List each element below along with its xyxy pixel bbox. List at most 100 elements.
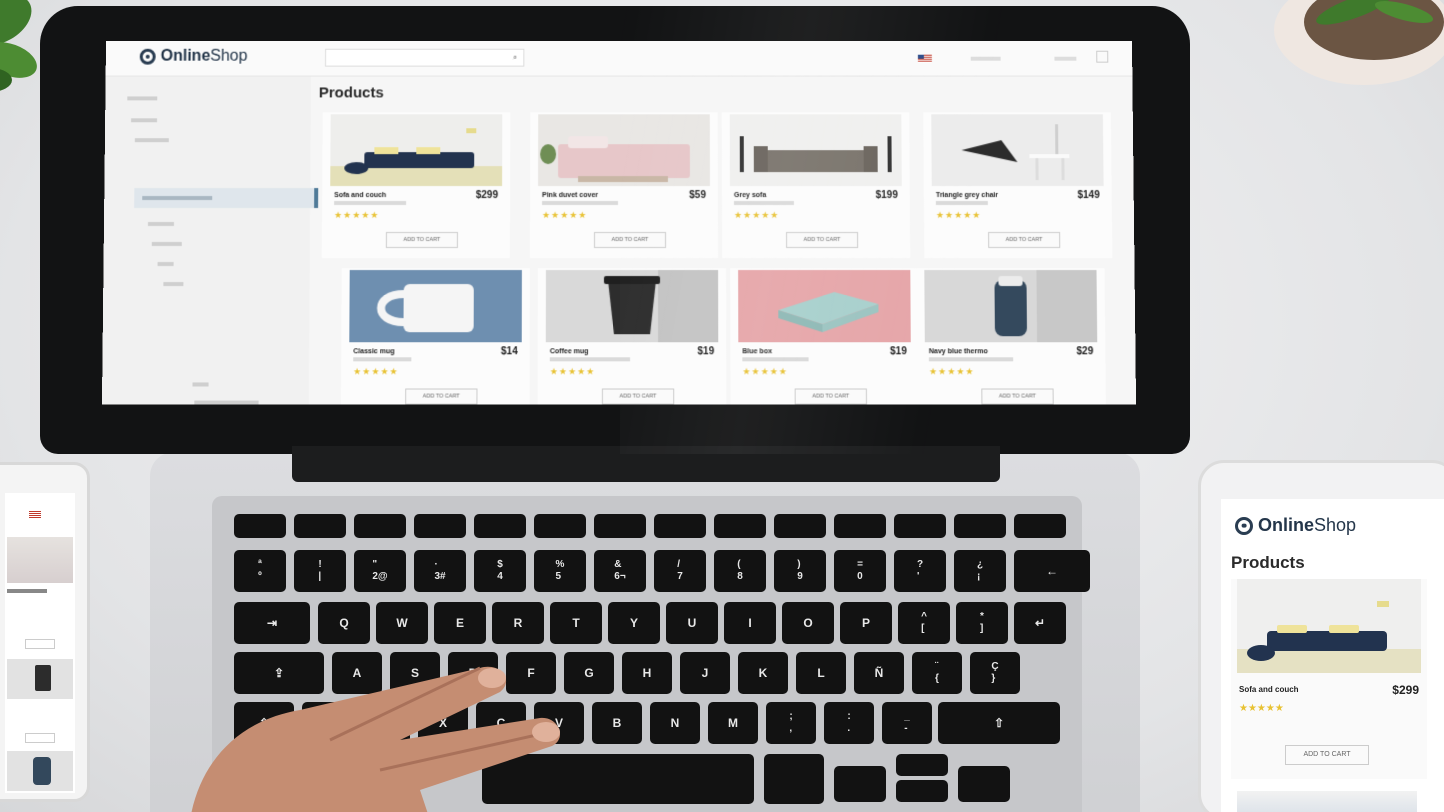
keyboard-key[interactable]: _ - <box>882 702 932 744</box>
keyboard-key[interactable] <box>834 514 886 538</box>
keyboard-key[interactable]: ! | <box>294 550 346 592</box>
keyboard-key[interactable]: ª º <box>234 550 286 592</box>
add-to-cart-button[interactable]: ADD TO CART <box>593 231 667 248</box>
keyboard-key[interactable]: ( 8 <box>714 550 766 592</box>
sidebar-item[interactable] <box>147 222 174 226</box>
shop-logo[interactable]: OnlineShop <box>139 48 248 66</box>
bed-icon[interactable] <box>538 114 710 187</box>
keyboard-key[interactable]: U <box>666 602 718 644</box>
keyboard-key[interactable] <box>534 514 586 538</box>
flag-icon[interactable] <box>29 511 41 518</box>
add-to-cart-button[interactable]: ADD TO CART <box>988 231 1061 248</box>
add-to-cart-button[interactable]: ADD TO CART <box>786 231 859 248</box>
product-card[interactable]: Classic mug $14 ★★★★★ ADD TO CART <box>340 268 530 405</box>
thermo-icon[interactable] <box>924 270 1098 343</box>
add-to-cart-button[interactable]: ADD TO CART <box>385 231 458 248</box>
keyboard-key[interactable]: P <box>840 602 892 644</box>
keyboard-key[interactable]: ¨ { <box>912 652 962 694</box>
sidebar-item[interactable] <box>151 241 182 246</box>
keyboard-key[interactable] <box>764 754 824 804</box>
product-image[interactable] <box>7 537 73 583</box>
keyboard-key[interactable] <box>1014 514 1066 538</box>
product-image[interactable] <box>1237 791 1417 812</box>
keyboard-key[interactable] <box>354 514 406 538</box>
keyboard-key[interactable]: N <box>650 702 700 744</box>
cart-link[interactable] <box>1054 56 1077 61</box>
keyboard-key[interactable]: $ 4 <box>474 550 526 592</box>
search-input[interactable]: ⌕ <box>325 48 525 67</box>
keyboard-key[interactable]: ) 9 <box>774 550 826 592</box>
keyboard-key[interactable]: ← <box>1014 550 1090 592</box>
add-to-cart-button[interactable] <box>25 733 55 743</box>
product-card[interactable]: Grey sofa $199 ★★★★★ ADD TO CART <box>721 112 911 259</box>
keyboard-key[interactable]: : . <box>824 702 874 744</box>
flag-icon[interactable] <box>917 54 932 63</box>
keyboard-key[interactable] <box>594 514 646 538</box>
shop-logo[interactable]: OnlineShop <box>1235 515 1356 536</box>
keyboard-key[interactable] <box>654 514 706 538</box>
keyboard-key[interactable]: O <box>782 602 834 644</box>
chair-icon[interactable] <box>931 114 1104 187</box>
keyboard-key[interactable]: M <box>708 702 758 744</box>
cup-icon[interactable] <box>545 270 719 343</box>
keyboard-key[interactable]: T <box>550 602 602 644</box>
keyboard-key[interactable]: Ñ <box>854 652 904 694</box>
keyboard-key[interactable]: * ] <box>956 602 1008 644</box>
keyboard-key[interactable]: ^ [ <box>898 602 950 644</box>
product-image[interactable] <box>7 751 73 791</box>
keyboard-key[interactable]: · 3# <box>414 550 466 592</box>
sofa-icon[interactable] <box>729 114 902 187</box>
product-card[interactable]: Sofa and couch $299 ★★★★★ ADD TO CART <box>1231 579 1427 779</box>
keyboard-key[interactable] <box>896 754 948 776</box>
keyboard-key[interactable]: ↵ <box>1014 602 1066 644</box>
add-to-cart-button[interactable]: ADD TO CART <box>1285 745 1369 765</box>
add-to-cart-button[interactable]: ADD TO CART <box>794 388 867 405</box>
keyboard-key[interactable]: ; , <box>766 702 816 744</box>
sidebar-item[interactable] <box>192 382 209 387</box>
keyboard-key[interactable]: J <box>680 652 730 694</box>
keyboard-key[interactable]: Y <box>608 602 660 644</box>
add-to-cart-button[interactable]: ADD TO CART <box>405 388 478 405</box>
product-card[interactable]: Coffee mug $19 ★★★★★ ADD TO CART <box>537 268 727 405</box>
keyboard-key[interactable]: & 6¬ <box>594 550 646 592</box>
keyboard-key[interactable]: = 0 <box>834 550 886 592</box>
sofa-icon[interactable] <box>1237 579 1421 673</box>
sidebar-item[interactable] <box>127 96 158 101</box>
keyboard-key[interactable] <box>474 514 526 538</box>
cart-icon[interactable] <box>1096 50 1109 63</box>
box-icon[interactable] <box>738 270 911 343</box>
keyboard-key[interactable]: % 5 <box>534 550 586 592</box>
keyboard-key[interactable]: ? ' <box>894 550 946 592</box>
sidebar-item[interactable] <box>194 400 259 405</box>
keyboard-key[interactable]: " 2@ <box>354 550 406 592</box>
keyboard-key[interactable]: I <box>724 602 776 644</box>
sidebar-item[interactable] <box>157 262 174 267</box>
keyboard-key[interactable]: H <box>622 652 672 694</box>
product-card[interactable]: Sofa and couch $299 ★★★★★ ADD TO CART <box>321 112 511 259</box>
keyboard-key[interactable] <box>954 514 1006 538</box>
keyboard-key[interactable]: Q <box>318 602 370 644</box>
keyboard-key[interactable]: ¿ ¡ <box>954 550 1006 592</box>
keyboard-key[interactable]: Ç } <box>970 652 1020 694</box>
keyboard-key[interactable] <box>834 766 886 802</box>
keyboard-key[interactable]: L <box>796 652 846 694</box>
account-link[interactable] <box>970 56 1001 61</box>
keyboard-key[interactable]: K <box>738 652 788 694</box>
product-image[interactable] <box>7 659 73 699</box>
keyboard-key[interactable] <box>958 766 1010 802</box>
keyboard-key[interactable] <box>294 514 346 538</box>
search-icon[interactable]: ⌕ <box>513 53 517 63</box>
product-card[interactable]: Blue box $19 ★★★★★ ADD TO CART <box>730 268 920 405</box>
sidebar-item[interactable] <box>131 118 158 123</box>
keyboard-key[interactable]: ⇥ <box>234 602 310 644</box>
keyboard-key[interactable] <box>714 514 766 538</box>
product-card[interactable]: Pink duvet cover $59 ★★★★★ ADD TO CART <box>529 112 719 259</box>
product-card[interactable]: Triangle grey chair $149 ★★★★★ ADD TO CART <box>923 112 1113 259</box>
keyboard-key[interactable]: E <box>434 602 486 644</box>
keyboard-key[interactable] <box>414 514 466 538</box>
keyboard-key[interactable] <box>896 780 948 802</box>
keyboard-key[interactable]: W <box>376 602 428 644</box>
sofa-icon[interactable] <box>330 114 503 187</box>
keyboard-key[interactable]: ⇧ <box>938 702 1060 744</box>
add-to-cart-button[interactable] <box>25 639 55 649</box>
